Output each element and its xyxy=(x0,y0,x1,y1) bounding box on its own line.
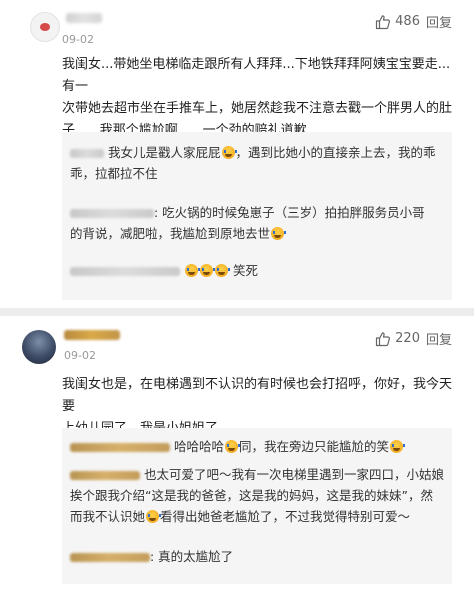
reply-item[interactable]: 笑死 xyxy=(70,260,450,281)
reply-username-blurred[interactable] xyxy=(70,443,170,452)
reply-username-blurred[interactable] xyxy=(70,471,140,480)
reply-text: : 真的太尴尬了 xyxy=(150,549,234,564)
user-avatar[interactable] xyxy=(22,330,56,364)
reply-item[interactable]: : 真的太尴尬了 xyxy=(70,546,450,567)
comment-card: 09-02 486 回复 我闺女...带她坐电梯临走跟所有人拜拜...下地铁拜拜… xyxy=(0,0,474,308)
reply-text: 笑死 xyxy=(232,263,258,278)
emoji-icon xyxy=(199,264,215,277)
reply-item[interactable]: 哈哈哈哈 同，我在旁边只能尴尬的笑 xyxy=(70,436,450,457)
divider xyxy=(0,308,474,316)
like-button[interactable]: 220 回复 xyxy=(375,329,452,348)
emoji-icon xyxy=(221,146,237,159)
reply-text: 而我不认识她 xyxy=(70,509,146,524)
replies-box: 我女儿是戳人家屁屁 ，遇到比她小的直接亲上去，我的乖 乖，拉都拉不住 : 吃火锅的… xyxy=(62,132,452,300)
emoji-icon xyxy=(390,440,406,453)
reply-text: 哈哈哈哈 xyxy=(173,439,224,454)
user-avatar[interactable] xyxy=(30,12,60,42)
reply-text: : 吃火锅的时候兔崽子（三岁）拍拍胖服务员小哥 xyxy=(154,205,425,220)
thumbs-up-icon xyxy=(376,14,391,29)
reply-item[interactable]: 也太可爱了吧～我有一次电梯里遇到一家四口，小姑娘 挨个跟我介绍“这是我的爸爸，这… xyxy=(70,464,454,527)
reply-text: 乖，拉都拉不住 xyxy=(70,166,158,181)
reply-text: 看得出她爸老尴尬了，不过我觉得特别可爱～ xyxy=(160,509,411,524)
reply-item[interactable]: : 吃火锅的时候兔崽子（三岁）拍拍胖服务员小哥 的背说，减肥啦，我尴尬到原地去世 xyxy=(70,202,450,244)
thumbs-up-icon xyxy=(376,331,391,346)
reply-text: 也太可爱了吧～我有一次电梯里遇到一家四口，小姑娘 xyxy=(143,467,444,482)
reply-username-blurred[interactable] xyxy=(70,267,180,276)
like-count: 486 xyxy=(395,14,420,29)
emoji-icon xyxy=(184,264,200,277)
reply-item[interactable]: 我女儿是戳人家屁屁 ，遇到比她小的直接亲上去，我的乖 乖，拉都拉不住 xyxy=(70,142,450,184)
comment-body: 我闺女...带她坐电梯临走跟所有人拜拜...下地铁拜拜阿姨宝宝要走...有一 次… xyxy=(62,54,452,142)
reply-text: ，遇到比她小的直接亲上去，我的乖 xyxy=(235,145,436,160)
emoji-icon xyxy=(146,510,162,523)
reply-button[interactable]: 回复 xyxy=(426,12,452,31)
reply-text: 我女儿是戳人家屁屁 xyxy=(107,145,221,160)
emoji-icon xyxy=(214,264,230,277)
replies-box: 哈哈哈哈 同，我在旁边只能尴尬的笑 也太可爱了吧～我有一次电梯里遇到一家四口，小姑… xyxy=(62,428,452,584)
reply-button[interactable]: 回复 xyxy=(426,329,452,348)
username-blurred[interactable] xyxy=(66,13,102,23)
comment-date: 09-02 xyxy=(62,33,94,46)
username-blurred[interactable] xyxy=(64,330,120,340)
reply-text: 挨个跟我介绍“这是我的爸爸，这是我的妈妈，这是我的妹妹”，然 xyxy=(70,488,433,503)
like-count: 220 xyxy=(395,331,420,346)
comment-line: 我闺女也是，在电梯遇到不认识的有时候也会打招呼，你好，我今天要 xyxy=(62,377,453,414)
like-button[interactable]: 486 回复 xyxy=(375,12,452,31)
comment-line: 次带她去超市坐在手推车上，她居然趁我不注意去戳一个胖男人的肚 xyxy=(62,101,453,116)
reply-username-blurred[interactable] xyxy=(70,209,154,218)
emoji-icon xyxy=(225,440,240,453)
reply-username-blurred[interactable] xyxy=(70,553,150,562)
reply-username-blurred[interactable] xyxy=(70,149,104,158)
comment-line: 我闺女...带她坐电梯临走跟所有人拜拜...下地铁拜拜阿姨宝宝要走...有一 xyxy=(62,57,451,94)
reply-text: 同，我在旁边只能尴尬的笑 xyxy=(239,439,390,454)
comment-date: 09-02 xyxy=(64,349,96,362)
reply-text: 的背说，减肥啦，我尴尬到原地去世 xyxy=(70,226,271,241)
emoji-icon xyxy=(271,227,287,240)
